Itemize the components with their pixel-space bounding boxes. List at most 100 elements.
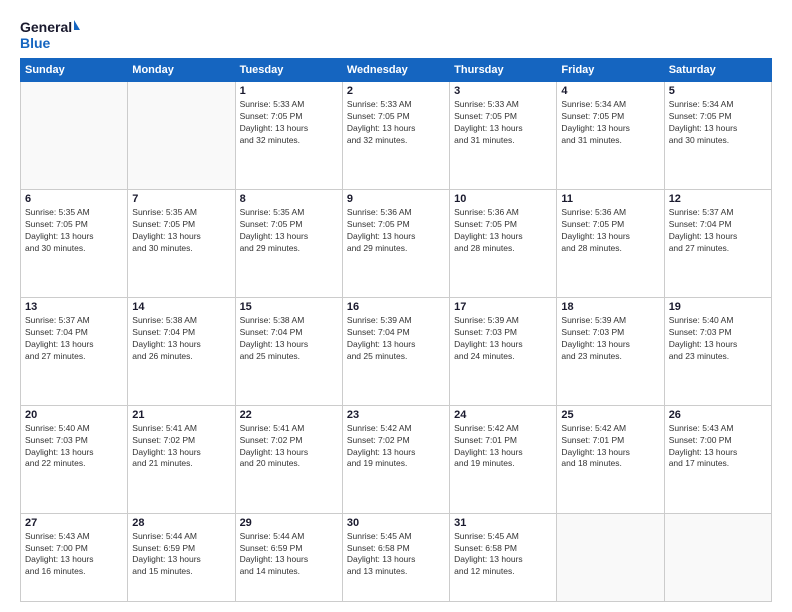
calendar-cell [128, 82, 235, 190]
day-number: 12 [669, 193, 767, 205]
calendar-cell: 15Sunrise: 5:38 AM Sunset: 7:04 PM Dayli… [235, 297, 342, 405]
calendar-cell: 7 Sunrise: 5:35 AM Sunset: 7:05 PM Daylig… [128, 189, 235, 297]
calendar-week-row: 20 Sunrise: 5:40 AM Sunset: 7:03 PM Dayli… [21, 405, 772, 513]
calendar-cell: 17Sunrise: 5:39 AM Sunset: 7:03 PM Dayli… [450, 297, 557, 405]
day-number: 1 [240, 85, 338, 97]
calendar-week-row: 6Sunrise: 5:35 AM Sunset: 7:05 PM Daylig… [21, 189, 772, 297]
day-number: 19 [669, 301, 767, 313]
day-number: 27 [25, 517, 123, 529]
calendar-cell [664, 513, 771, 601]
day-number: 8 [240, 193, 338, 205]
calendar-cell: 25 Sunrise: 5:42 AM Sunset: 7:01 PM Dayli… [557, 405, 664, 513]
day-number: 11 [561, 193, 659, 205]
calendar-cell: 31 Sunrise: 5:45 AM Sunset: 6:58 PM Dayli… [450, 513, 557, 601]
day-number: 3 [454, 85, 552, 97]
day-number: 30 [347, 517, 445, 529]
day-number: 26 [669, 409, 767, 421]
calendar-cell: 18Sunrise: 5:39 AM Sunset: 7:03 PM Dayli… [557, 297, 664, 405]
day-info: Sunrise: 5:35 AM Sunset: 7:05 PM Dayligh… [25, 207, 123, 255]
day-info: Sunrise: 5:44 AM Sunset: 6:59 PM Dayligh… [240, 531, 338, 579]
day-number: 31 [454, 517, 552, 529]
day-number: 23 [347, 409, 445, 421]
day-info: Sunrise: 5:41 AM Sunset: 7:02 PM Dayligh… [240, 423, 338, 471]
day-info: Sunrise: 5:35 AM Sunset: 7:05 PM Dayligh… [132, 207, 230, 255]
day-number: 5 [669, 85, 767, 97]
day-info: Sunrise: 5:34 AM Sunset: 7:05 PM Dayligh… [669, 99, 767, 147]
calendar-cell: 29 Sunrise: 5:44 AM Sunset: 6:59 PM Dayli… [235, 513, 342, 601]
day-info: Sunrise: 5:43 AM Sunset: 7:00 PM Dayligh… [25, 531, 123, 579]
day-info: Sunrise: 5:37 AM Sunset: 7:04 PM Dayligh… [669, 207, 767, 255]
calendar-cell: 23 Sunrise: 5:42 AM Sunset: 7:02 PM Dayli… [342, 405, 449, 513]
calendar-cell: 28 Sunrise: 5:44 AM Sunset: 6:59 PM Dayli… [128, 513, 235, 601]
calendar-cell: 16 Sunrise: 5:39 AM Sunset: 7:04 PM Dayli… [342, 297, 449, 405]
calendar-cell: 2 Sunrise: 5:33 AM Sunset: 7:05 PM Daylig… [342, 82, 449, 190]
svg-text:Blue: Blue [20, 35, 51, 51]
weekday-header: Monday [128, 59, 235, 82]
day-number: 21 [132, 409, 230, 421]
day-number: 16 [347, 301, 445, 313]
day-number: 29 [240, 517, 338, 529]
calendar-cell [21, 82, 128, 190]
calendar-cell: 22 Sunrise: 5:41 AM Sunset: 7:02 PM Dayli… [235, 405, 342, 513]
calendar-cell: 11 Sunrise: 5:36 AM Sunset: 7:05 PM Dayli… [557, 189, 664, 297]
day-info: Sunrise: 5:44 AM Sunset: 6:59 PM Dayligh… [132, 531, 230, 579]
day-number: 2 [347, 85, 445, 97]
day-info: Sunrise: 5:40 AM Sunset: 7:03 PM Dayligh… [669, 315, 767, 363]
day-info: Sunrise: 5:38 AM Sunset: 7:04 PM Dayligh… [240, 315, 338, 363]
calendar-cell: 8Sunrise: 5:35 AM Sunset: 7:05 PM Daylig… [235, 189, 342, 297]
calendar-cell: 19 Sunrise: 5:40 AM Sunset: 7:03 PM Dayli… [664, 297, 771, 405]
header: General Blue [20, 16, 772, 52]
day-number: 10 [454, 193, 552, 205]
day-info: Sunrise: 5:43 AM Sunset: 7:00 PM Dayligh… [669, 423, 767, 471]
calendar-cell: 24Sunrise: 5:42 AM Sunset: 7:01 PM Dayli… [450, 405, 557, 513]
day-info: Sunrise: 5:39 AM Sunset: 7:04 PM Dayligh… [347, 315, 445, 363]
calendar-table: SundayMondayTuesdayWednesdayThursdayFrid… [20, 58, 772, 602]
calendar-week-row: 13 Sunrise: 5:37 AM Sunset: 7:04 PM Dayli… [21, 297, 772, 405]
calendar-cell: 13 Sunrise: 5:37 AM Sunset: 7:04 PM Dayli… [21, 297, 128, 405]
day-number: 20 [25, 409, 123, 421]
day-info: Sunrise: 5:37 AM Sunset: 7:04 PM Dayligh… [25, 315, 123, 363]
day-info: Sunrise: 5:45 AM Sunset: 6:58 PM Dayligh… [347, 531, 445, 579]
day-info: Sunrise: 5:36 AM Sunset: 7:05 PM Dayligh… [561, 207, 659, 255]
calendar-cell: 9Sunrise: 5:36 AM Sunset: 7:05 PM Daylig… [342, 189, 449, 297]
calendar-cell: 14Sunrise: 5:38 AM Sunset: 7:04 PM Dayli… [128, 297, 235, 405]
logo-svg: General Blue [20, 16, 80, 52]
day-number: 22 [240, 409, 338, 421]
weekday-header: Sunday [21, 59, 128, 82]
calendar-cell: 1Sunrise: 5:33 AM Sunset: 7:05 PM Daylig… [235, 82, 342, 190]
day-number: 13 [25, 301, 123, 313]
day-info: Sunrise: 5:42 AM Sunset: 7:01 PM Dayligh… [561, 423, 659, 471]
day-number: 17 [454, 301, 552, 313]
calendar-cell: 3 Sunrise: 5:33 AM Sunset: 7:05 PM Daylig… [450, 82, 557, 190]
day-info: Sunrise: 5:38 AM Sunset: 7:04 PM Dayligh… [132, 315, 230, 363]
day-info: Sunrise: 5:41 AM Sunset: 7:02 PM Dayligh… [132, 423, 230, 471]
calendar-week-row: 27 Sunrise: 5:43 AM Sunset: 7:00 PM Dayli… [21, 513, 772, 601]
page: General Blue SundayMondayTuesdayWednesda… [0, 0, 792, 612]
day-info: Sunrise: 5:33 AM Sunset: 7:05 PM Dayligh… [454, 99, 552, 147]
day-info: Sunrise: 5:33 AM Sunset: 7:05 PM Dayligh… [347, 99, 445, 147]
day-info: Sunrise: 5:36 AM Sunset: 7:05 PM Dayligh… [454, 207, 552, 255]
calendar-cell: 27 Sunrise: 5:43 AM Sunset: 7:00 PM Dayli… [21, 513, 128, 601]
day-info: Sunrise: 5:39 AM Sunset: 7:03 PM Dayligh… [561, 315, 659, 363]
day-number: 25 [561, 409, 659, 421]
logo: General Blue [20, 16, 80, 52]
day-number: 9 [347, 193, 445, 205]
day-number: 24 [454, 409, 552, 421]
calendar-cell: 10 Sunrise: 5:36 AM Sunset: 7:05 PM Dayli… [450, 189, 557, 297]
weekday-header: Tuesday [235, 59, 342, 82]
day-number: 7 [132, 193, 230, 205]
day-info: Sunrise: 5:45 AM Sunset: 6:58 PM Dayligh… [454, 531, 552, 579]
calendar-cell: 6Sunrise: 5:35 AM Sunset: 7:05 PM Daylig… [21, 189, 128, 297]
day-number: 28 [132, 517, 230, 529]
weekday-header: Friday [557, 59, 664, 82]
calendar-cell: 12 Sunrise: 5:37 AM Sunset: 7:04 PM Dayli… [664, 189, 771, 297]
weekday-header: Wednesday [342, 59, 449, 82]
day-info: Sunrise: 5:34 AM Sunset: 7:05 PM Dayligh… [561, 99, 659, 147]
calendar-cell: 30 Sunrise: 5:45 AM Sunset: 6:58 PM Dayli… [342, 513, 449, 601]
calendar-cell [557, 513, 664, 601]
day-info: Sunrise: 5:42 AM Sunset: 7:02 PM Dayligh… [347, 423, 445, 471]
calendar-cell: 21 Sunrise: 5:41 AM Sunset: 7:02 PM Dayli… [128, 405, 235, 513]
day-info: Sunrise: 5:40 AM Sunset: 7:03 PM Dayligh… [25, 423, 123, 471]
weekday-header: Saturday [664, 59, 771, 82]
day-number: 4 [561, 85, 659, 97]
